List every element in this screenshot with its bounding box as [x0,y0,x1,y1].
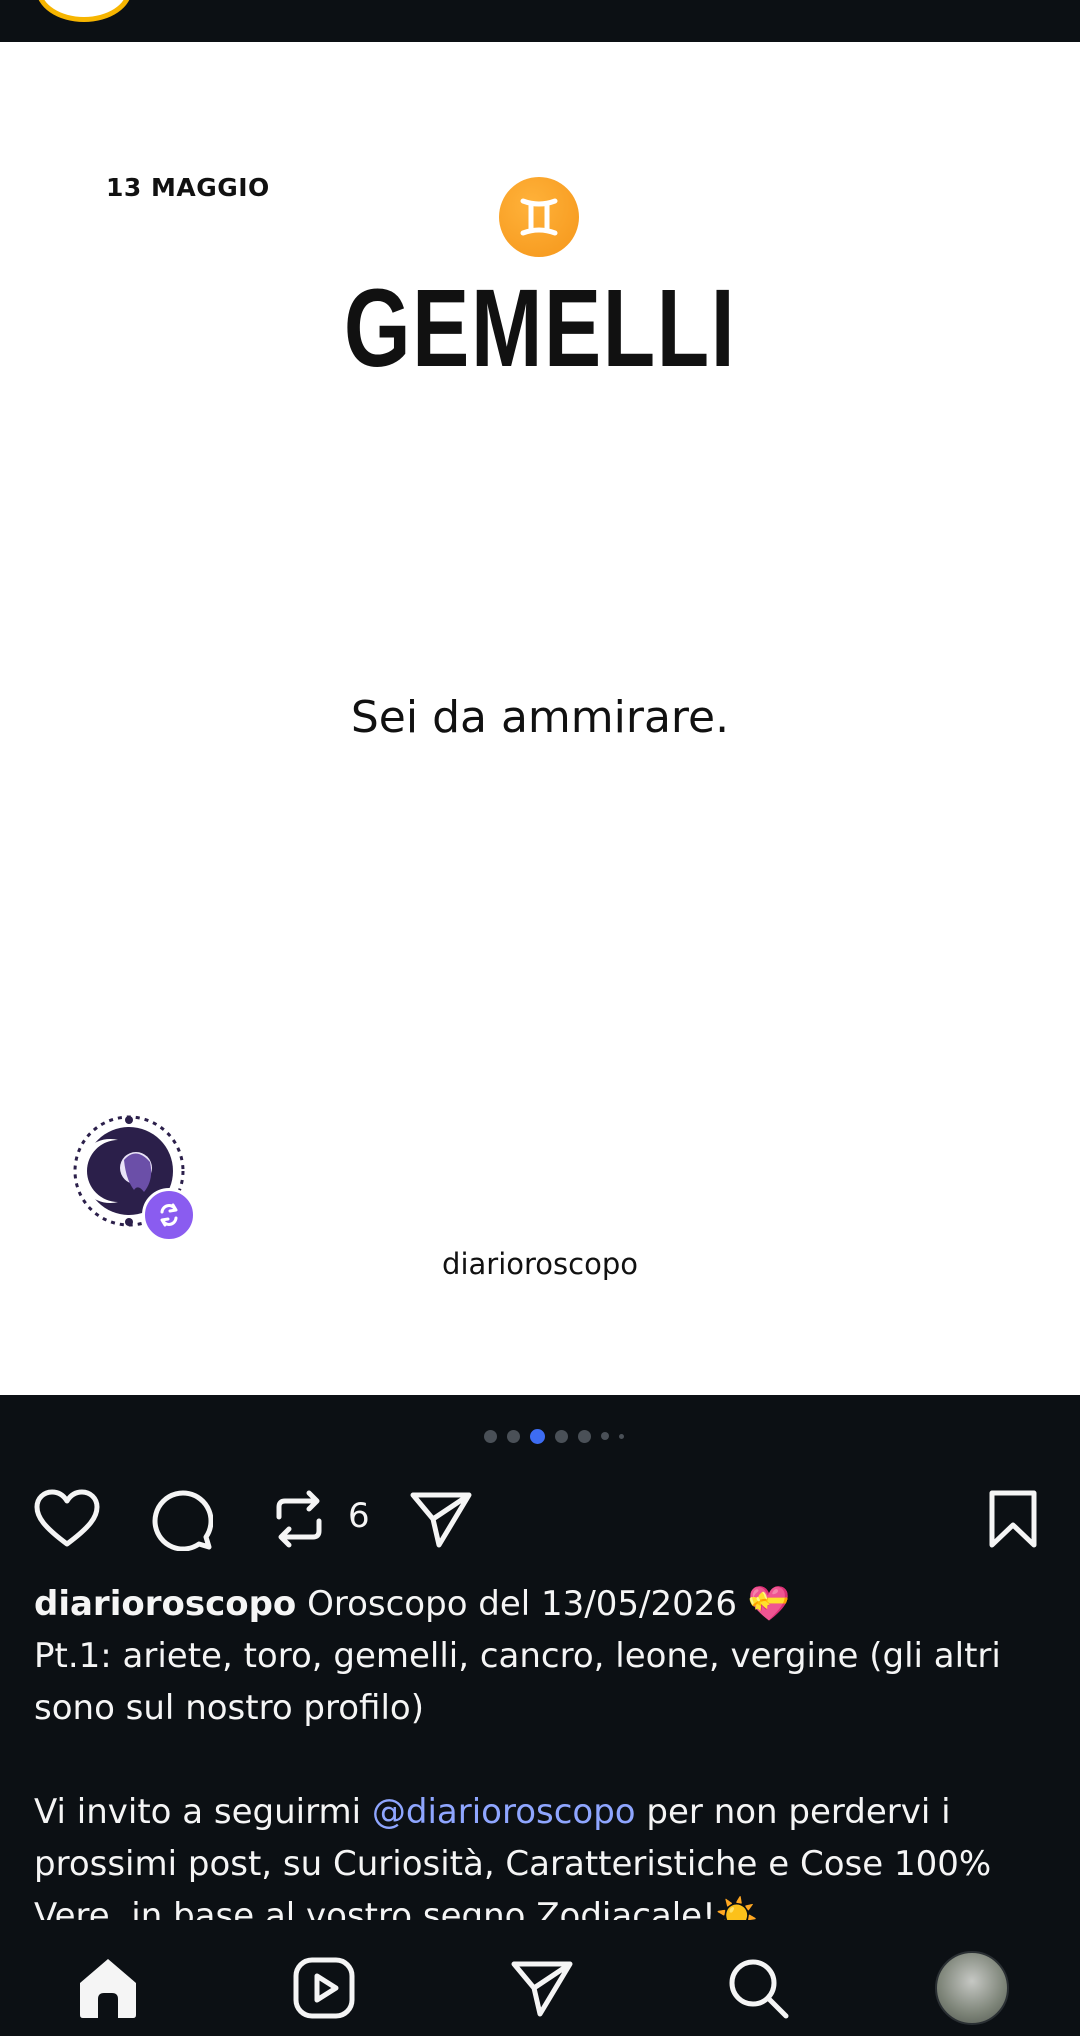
comment-icon [152,1490,213,1551]
caption-gap [34,1734,1054,1786]
share-button[interactable] [406,1484,476,1554]
save-button[interactable] [978,1484,1048,1554]
carousel-dot [555,1429,568,1443]
sign-title: GEMELLI [343,267,737,390]
bookmark-icon [989,1490,1037,1548]
post-actions: 6 [0,1478,1080,1554]
gemini-sign-icon [499,177,579,257]
caption-username[interactable]: diarioroscopo [34,1584,296,1624]
caption-line1: Oroscopo del 13/05/2026 💝 [296,1584,791,1624]
story-avatar[interactable] [36,0,132,22]
brand-name: diarioroscopo [442,1247,638,1281]
share-icon [410,1492,472,1548]
post-caption: diarioroscopo Oroscopo del 13/05/2026 💝 … [34,1578,1054,1942]
nav-profile[interactable] [934,1950,1010,2026]
comment-button[interactable] [146,1484,216,1554]
top-bar [0,0,1080,42]
repost-count: 6 [348,1496,370,1536]
date-label: 13 MAGGIO [106,173,270,202]
nav-search[interactable] [720,1950,796,2026]
carousel-dot [619,1433,624,1439]
repost-badge-icon [142,1188,196,1242]
caption-line2: Pt.1: ariete, toro, gemelli, cancro, leo… [34,1636,1001,1728]
like-button[interactable] [32,1484,102,1554]
carousel-indicator [484,1428,624,1444]
repost-icon [276,1490,322,1548]
direct-icon [511,1961,573,2017]
home-icon [80,1959,136,2018]
heart-icon [34,1489,100,1547]
caption-mention[interactable]: @diarioroscopo [372,1792,636,1832]
carousel-dot [601,1432,609,1440]
profile-avatar [935,1951,1009,2025]
horoscope-quote: Sei da ammirare. [350,692,730,743]
caption-line3-before: Vi invito a seguirmi [34,1792,372,1832]
search-icon [729,1959,789,2019]
carousel-dot [578,1429,591,1443]
carousel-dot-active [530,1428,545,1444]
carousel-dot [484,1429,497,1443]
nav-home[interactable] [70,1950,146,2026]
reels-icon [293,1957,355,2019]
nav-direct[interactable] [504,1950,580,2026]
post-image[interactable]: 13 MAGGIO GEMELLI Sei da ammirare. diari… [0,42,1080,1395]
bottom-nav [0,1920,1080,2036]
nav-reels[interactable] [286,1950,362,2026]
repost-button[interactable] [264,1484,334,1554]
carousel-dot [507,1429,520,1443]
